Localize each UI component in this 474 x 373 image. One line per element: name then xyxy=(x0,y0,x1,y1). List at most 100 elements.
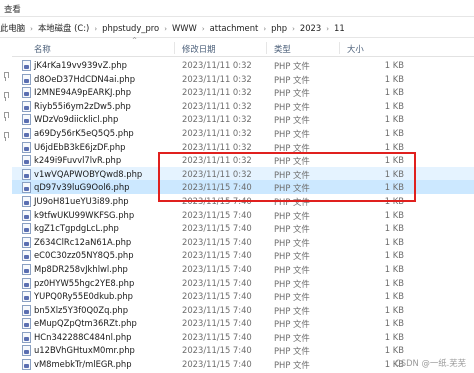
file-row[interactable]: YUPQ0Ry55E0dkub.php 2023/11/15 7:40 PHP 文件… xyxy=(12,289,474,303)
column-size[interactable]: 大小 xyxy=(347,43,364,55)
file-row[interactable]: Riyb55i6ym2zDw5.php 2023/11/11 0:32 PHP 文件… xyxy=(12,99,474,113)
breadcrumb-2023[interactable]: 2023 xyxy=(300,23,321,33)
file-date: 2023/11/15 7:40 xyxy=(182,263,252,274)
breadcrumb-php[interactable]: php xyxy=(271,23,287,33)
file-date: 2023/11/11 0:32 xyxy=(182,60,252,70)
file-row[interactable]: v1wVQAPWOBYQwd8.php 2023/11/11 0:32 PHP 文件… xyxy=(12,166,474,181)
pin-icon xyxy=(1,72,10,81)
file-size: 1 KB xyxy=(384,100,404,111)
file-row[interactable]: kgZ1cTgpdgLcL.php 2023/11/15 7:40 PHP 文件 1 … xyxy=(12,221,474,235)
chevron-right-icon[interactable]: › xyxy=(164,25,167,33)
chevron-right-icon[interactable]: › xyxy=(202,25,205,33)
file-name: kgZ1cTgpdgLcL.php xyxy=(34,223,119,234)
column-divider[interactable] xyxy=(174,42,175,54)
file-row[interactable]: eC0C30zz05NY8Q5.php 2023/11/15 7:40 PHP 文件… xyxy=(12,248,474,262)
php-file-icon xyxy=(22,60,31,71)
file-row[interactable]: I2MNE94A9pEARKJ.php 2023/11/11 0:32 PHP 文件… xyxy=(12,85,474,99)
breadcrumb-this-pc[interactable]: 此电脑 xyxy=(0,22,25,34)
file-row[interactable]: Mp8DR258vJkhlwl.php 2023/11/15 7:40 PHP 文件… xyxy=(12,262,474,276)
breadcrumb-phpstudy[interactable]: phpstudy_pro xyxy=(102,23,159,33)
file-date: 2023/11/11 0:32 xyxy=(182,73,252,84)
file-size: 1 KB xyxy=(384,263,404,274)
file-row[interactable]: jK4rKa19vv939vZ.php 2023/11/11 0:32 PHP 文件… xyxy=(12,58,474,72)
chevron-right-icon[interactable]: › xyxy=(94,25,97,33)
file-row[interactable]: U6jdEbB3kE6jzDF.php 2023/11/11 0:32 PHP 文件… xyxy=(12,140,474,154)
file-row[interactable]: qD97v39luG9Ool6.php 2023/11/15 7:40 PHP 文件… xyxy=(12,180,474,194)
file-row[interactable]: u12BVhGHtuxM0mr.php 2023/11/15 7:40 PHP 文件… xyxy=(12,343,474,357)
file-type: PHP 文件 xyxy=(274,346,310,357)
column-divider[interactable] xyxy=(266,42,267,54)
file-name: YUPQ0Ry55E0dkub.php xyxy=(34,291,133,302)
chevron-right-icon[interactable]: › xyxy=(292,25,295,33)
php-file-icon xyxy=(22,331,31,343)
file-name: jK4rKa19vv939vZ.php xyxy=(34,60,127,70)
file-name: bn5Xlz5Y3f0Q0Zq.php xyxy=(34,304,129,315)
file-row[interactable]: k249i9Fuvvl7lvR.php 2023/11/11 0:32 PHP 文件… xyxy=(12,153,474,167)
file-row[interactable]: pz0HYW55hgc2YE8.php 2023/11/15 7:40 PHP 文件… xyxy=(12,276,474,290)
file-size: 1 KB xyxy=(384,277,404,288)
pin-icon xyxy=(1,92,10,101)
file-type: PHP 文件 xyxy=(274,305,310,316)
breadcrumb-www[interactable]: WWW xyxy=(172,23,197,33)
php-file-icon xyxy=(22,168,31,180)
file-date: 2023/11/11 0:32 xyxy=(182,127,252,138)
file-date: 2023/11/15 7:40 xyxy=(182,250,252,261)
file-type: PHP 文件 xyxy=(274,156,310,167)
file-name: v1wVQAPWOBYQwd8.php xyxy=(34,168,143,179)
file-row[interactable]: Z634ClRc12aN61A.php 2023/11/15 7:40 PHP 文件… xyxy=(12,235,474,249)
file-name: d8OeD37HdCDN4ai.php xyxy=(34,73,136,84)
file-size: 1 KB xyxy=(384,155,404,166)
file-name: pz0HYW55hgc2YE8.php xyxy=(34,277,135,288)
php-file-icon xyxy=(22,304,31,316)
file-date: 2023/11/11 0:32 xyxy=(182,114,252,125)
column-header: ^ 名称 修改日期 类型 大小 xyxy=(12,37,474,57)
address-bar[interactable]: 此电脑 › 本地磁盘 (C:) › phpstudy_pro › WWW › attachmen… xyxy=(0,16,474,38)
file-date: 2023/11/15 7:40 xyxy=(182,318,252,329)
file-size: 1 KB xyxy=(384,345,404,356)
php-file-icon xyxy=(22,263,31,275)
file-name: eMupQZpQtm36RZt.php xyxy=(34,318,137,329)
php-file-icon xyxy=(22,114,31,126)
column-date[interactable]: 修改日期 xyxy=(182,43,216,55)
breadcrumb-11[interactable]: 11 xyxy=(334,23,345,33)
menu-bar: 查看 xyxy=(0,0,474,16)
file-type: PHP 文件 xyxy=(274,278,310,289)
file-date: 2023/11/15 7:40 xyxy=(182,331,252,342)
php-file-icon xyxy=(22,359,31,371)
file-type: PHP 文件 xyxy=(274,251,310,262)
menu-view[interactable]: 查看 xyxy=(4,3,21,15)
column-name[interactable]: 名称 xyxy=(34,43,51,55)
file-row[interactable]: d8OeD37HdCDN4ai.php 2023/11/11 0:32 PHP 文件… xyxy=(12,72,474,86)
file-row[interactable]: bn5Xlz5Y3f0Q0Zq.php 2023/11/15 7:40 PHP 文件… xyxy=(12,303,474,317)
php-file-icon xyxy=(22,87,31,99)
file-type: PHP 文件 xyxy=(274,115,310,126)
file-date: 2023/11/15 7:40 xyxy=(182,236,252,247)
file-type: PHP 文件 xyxy=(274,169,310,180)
php-file-icon xyxy=(22,291,31,303)
breadcrumb-local-disk[interactable]: 本地磁盘 (C:) xyxy=(38,22,89,34)
file-name: Riyb55i6ym2zDw5.php xyxy=(34,100,131,111)
chevron-right-icon[interactable]: › xyxy=(326,25,329,33)
breadcrumb: 此电脑 › 本地磁盘 (C:) › phpstudy_pro › WWW › attachmen… xyxy=(0,22,345,34)
file-name: Mp8DR258vJkhlwl.php xyxy=(34,263,128,274)
file-date: 2023/11/15 7:40 xyxy=(182,291,252,302)
php-file-icon xyxy=(22,155,31,167)
file-type: PHP 文件 xyxy=(274,332,310,343)
file-row[interactable]: eMupQZpQtm36RZt.php 2023/11/15 7:40 PHP 文件… xyxy=(12,316,474,330)
php-file-icon xyxy=(22,127,31,139)
file-name: WDzVo9diicklicl.php xyxy=(34,114,119,125)
file-row[interactable]: WDzVo9diicklicl.php 2023/11/11 0:32 PHP 文件… xyxy=(12,112,474,126)
file-row[interactable]: JU9oH81ueYU3i89.php 2023/11/15 7:40 PHP 文件… xyxy=(12,194,474,208)
file-size: 1 KB xyxy=(384,236,404,247)
column-divider[interactable] xyxy=(339,42,340,54)
file-row[interactable]: a69Dy56rK5eQ5Q5.php 2023/11/11 0:32 PHP 文件… xyxy=(12,126,474,140)
breadcrumb-attachment[interactable]: attachment xyxy=(210,23,259,33)
file-row[interactable]: HCn342288C484nl.php 2023/11/15 7:40 PHP 文件… xyxy=(12,330,474,344)
column-type[interactable]: 类型 xyxy=(274,43,291,55)
chevron-right-icon[interactable]: › xyxy=(263,25,266,33)
file-date: 2023/11/15 7:40 xyxy=(182,223,252,234)
php-file-icon xyxy=(22,182,31,194)
file-date: 2023/11/15 7:40 xyxy=(182,195,252,206)
file-row[interactable]: k9tfwUKU99WKFSG.php 2023/11/15 7:40 PHP 文件… xyxy=(12,208,474,222)
chevron-right-icon[interactable]: › xyxy=(30,25,33,33)
